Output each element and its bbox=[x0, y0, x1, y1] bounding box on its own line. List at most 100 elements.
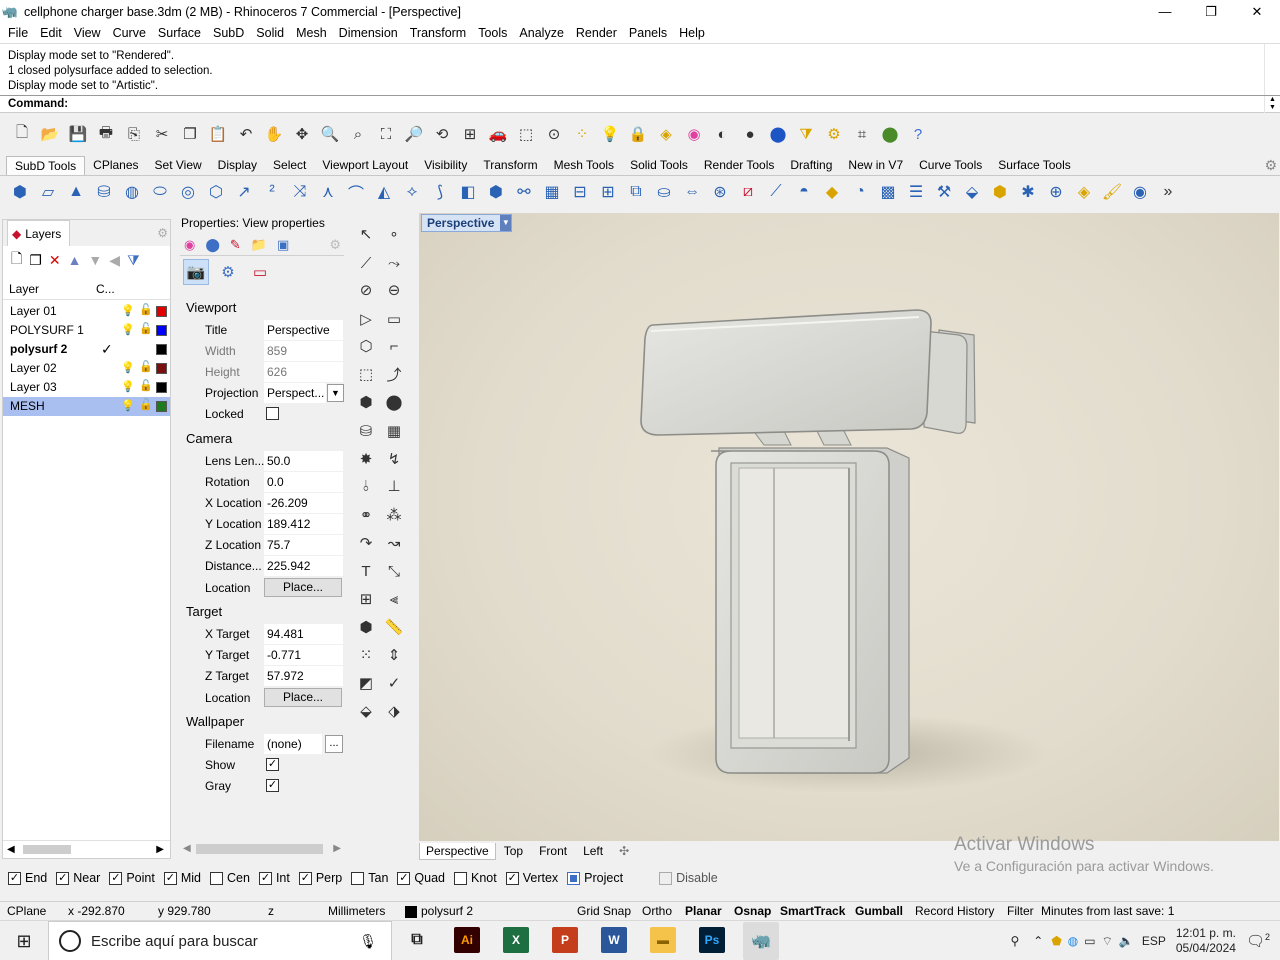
planar-toggle[interactable]: Planar bbox=[685, 904, 722, 918]
tab-select[interactable]: Select bbox=[265, 156, 314, 175]
copy-icon[interactable]: ❐ bbox=[178, 122, 202, 146]
help-icon[interactable]: ? bbox=[906, 122, 930, 146]
visibility-bulb-icon[interactable]: 💡 bbox=[121, 399, 135, 412]
text-icon[interactable]: T bbox=[354, 559, 378, 583]
layer-color-swatch[interactable] bbox=[156, 344, 167, 355]
wifi-icon[interactable]: ⌔ bbox=[1102, 934, 1113, 949]
subd-star-icon[interactable]: ✱ bbox=[1016, 180, 1040, 204]
zoom-window-icon[interactable]: ⌕ bbox=[346, 122, 370, 146]
close-button[interactable]: ✕ bbox=[1234, 0, 1280, 23]
command-scroll[interactable]: ▲ ▼ bbox=[1264, 96, 1280, 113]
array-icon[interactable]: ⊞ bbox=[354, 587, 378, 611]
tab-subd-tools[interactable]: SubD Tools bbox=[6, 156, 86, 175]
menu-edit[interactable]: Edit bbox=[34, 26, 68, 40]
subd-torus-icon[interactable]: ◎ bbox=[176, 180, 200, 204]
more-tools-icon[interactable]: » bbox=[1156, 180, 1180, 204]
named-cplane-icon[interactable]: ⬚ bbox=[514, 122, 538, 146]
tab-render-tools[interactable]: Render Tools bbox=[696, 156, 783, 175]
tab-drafting[interactable]: Drafting bbox=[782, 156, 840, 175]
box-icon[interactable]: ⬢ bbox=[354, 390, 378, 414]
subd-display-icon[interactable]: ◓ bbox=[792, 180, 816, 204]
powerpoint-icon[interactable]: P bbox=[552, 927, 578, 953]
layout-icon[interactable]: ◩ bbox=[354, 671, 378, 695]
select-arrow-icon[interactable]: ↖ bbox=[354, 222, 378, 246]
subd-sel-icon[interactable]: ◆ bbox=[820, 180, 844, 204]
camera-place-button[interactable]: Place... bbox=[264, 578, 342, 597]
browse-button[interactable]: ... bbox=[325, 735, 343, 753]
gear-icon[interactable]: ⚙ bbox=[1264, 157, 1277, 174]
y-location-field[interactable]: 189.412 bbox=[264, 514, 343, 534]
folder-icon[interactable]: 📁 bbox=[251, 237, 267, 253]
dimension-icon[interactable]: ⤡ bbox=[382, 559, 406, 583]
four-view-icon[interactable]: ⊞ bbox=[458, 122, 482, 146]
subd-mesh-icon[interactable]: ⊞ bbox=[596, 180, 620, 204]
maximize-button[interactable]: ❐ bbox=[1188, 0, 1234, 23]
subd-plane-icon[interactable]: ▱ bbox=[36, 180, 60, 204]
layer-color-swatch[interactable] bbox=[156, 382, 167, 393]
render-icon[interactable]: ⬤ bbox=[766, 122, 790, 146]
rendered-icon[interactable]: ● bbox=[738, 122, 762, 146]
subd-grid-icon[interactable]: ▦ bbox=[540, 180, 564, 204]
align-icon[interactable]: ⫷ bbox=[382, 587, 406, 611]
subd-list-icon[interactable]: ☰ bbox=[904, 180, 928, 204]
fillet-icon[interactable]: ↷ bbox=[354, 531, 378, 555]
cplane-label[interactable]: CPlane bbox=[7, 904, 46, 918]
projection-select[interactable]: Perspect... bbox=[264, 383, 326, 403]
task-view-icon[interactable]: ⧉ bbox=[404, 927, 430, 953]
select-points-icon[interactable]: ⁘ bbox=[570, 122, 594, 146]
tab-visibility[interactable]: Visibility bbox=[416, 156, 475, 175]
filter-icon[interactable]: ⧩ bbox=[794, 122, 818, 146]
polyline-icon[interactable]: ⟋ bbox=[354, 251, 378, 275]
subd-cube-icon[interactable]: ⬡ bbox=[204, 180, 228, 204]
col-layer[interactable]: Layer bbox=[9, 282, 39, 296]
menu-panels[interactable]: Panels bbox=[623, 26, 673, 40]
move-up-icon[interactable]: ▲ bbox=[68, 252, 82, 268]
print-icon[interactable]: 🖶 bbox=[94, 122, 118, 146]
subd-cone-icon[interactable]: ▲ bbox=[64, 180, 88, 204]
target-place-button[interactable]: Place... bbox=[264, 688, 342, 707]
grid-snap-toggle[interactable]: Grid Snap bbox=[577, 904, 631, 918]
osnap-point[interactable]: ✓ Point bbox=[109, 871, 155, 885]
lock-icon[interactable]: 🔓 bbox=[139, 360, 153, 373]
minimize-button[interactable]: — bbox=[1142, 0, 1188, 23]
lock-icon[interactable]: 🔓 bbox=[139, 398, 153, 411]
tools-icon[interactable]: ⚙ bbox=[215, 259, 241, 285]
osnap-vertex[interactable]: ✓ Vertex bbox=[505, 871, 558, 885]
filter-icon[interactable]: ⧩ bbox=[127, 252, 140, 269]
subd-slash-icon[interactable]: ⧄ bbox=[736, 180, 760, 204]
circle-icon[interactable]: ⊘ bbox=[354, 278, 378, 302]
cut-icon[interactable]: ✂ bbox=[150, 122, 174, 146]
visibility-bulb-icon[interactable]: 💡 bbox=[121, 361, 135, 374]
subd-mirror-icon[interactable]: ⊛ bbox=[708, 180, 732, 204]
viewport-frame-icon[interactable]: ▭ bbox=[247, 259, 273, 285]
excel-icon[interactable]: X bbox=[503, 927, 529, 953]
panel-gear-icon[interactable]: ⚙ bbox=[157, 226, 168, 240]
subd-arc-icon[interactable]: ↗ bbox=[232, 180, 256, 204]
cylinder-icon[interactable]: ⛁ bbox=[354, 419, 378, 443]
block-icon[interactable]: ⬢ bbox=[354, 615, 378, 639]
curve-icon[interactable]: ⤳ bbox=[382, 251, 406, 275]
subd-brush-icon[interactable]: 🖌 bbox=[1100, 180, 1124, 204]
layer-color-swatch[interactable] bbox=[156, 306, 167, 317]
tray-app-icon[interactable]: ⬟ bbox=[1051, 934, 1061, 948]
polygon-icon[interactable]: ⬡ bbox=[354, 334, 378, 358]
menu-tools[interactable]: Tools bbox=[472, 26, 513, 40]
distance-field[interactable]: 225.942 bbox=[264, 556, 343, 576]
gray-checkbox[interactable]: ✓ bbox=[266, 779, 279, 792]
filter-toggle[interactable]: Filter bbox=[1007, 904, 1034, 918]
check-icon[interactable]: ✓ bbox=[382, 671, 406, 695]
subd-sweep-icon[interactable]: ⌒ bbox=[344, 180, 368, 204]
osnap-int[interactable]: ✓ Int bbox=[258, 871, 290, 885]
subd-box-icon[interactable]: ⬢ bbox=[8, 180, 32, 204]
paste-icon[interactable]: 📋 bbox=[206, 122, 230, 146]
tab-mesh-tools[interactable]: Mesh Tools bbox=[546, 156, 622, 175]
move-left-icon[interactable]: ◀ bbox=[109, 252, 120, 269]
x-location-field[interactable]: -26.209 bbox=[264, 493, 343, 513]
clock[interactable]: 12:01 p. m. 05/04/2024 bbox=[1176, 926, 1236, 956]
osnap-knot[interactable]: Knot bbox=[454, 871, 497, 885]
layer-row[interactable]: Layer 01 💡 🔓 bbox=[3, 302, 170, 321]
osnap-perp[interactable]: ✓ Perp bbox=[298, 871, 342, 885]
transform-icon[interactable]: ✸ bbox=[354, 447, 378, 471]
subd-bucket-icon[interactable]: ⛀ bbox=[652, 180, 676, 204]
windows-start-icon[interactable]: ⊞ bbox=[0, 921, 48, 960]
